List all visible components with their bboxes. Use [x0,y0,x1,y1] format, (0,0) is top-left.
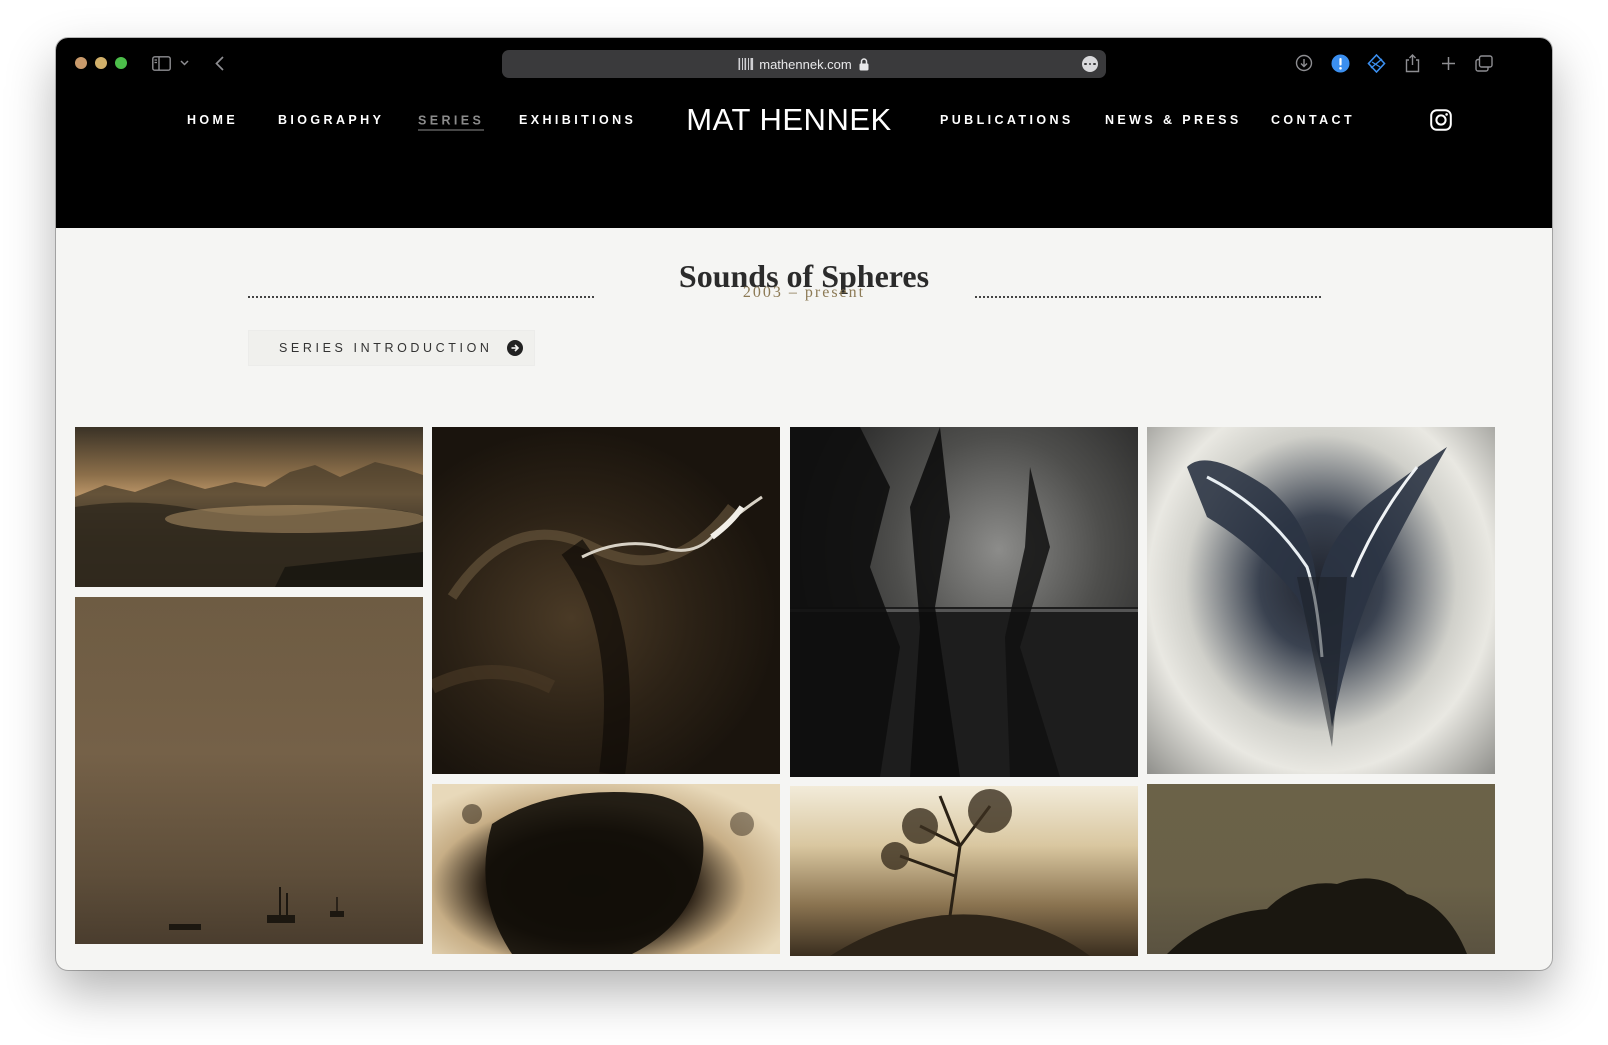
reader-icon[interactable] [738,57,754,71]
download-icon[interactable] [1294,52,1314,74]
photo-aerial-ice-blue[interactable] [1147,427,1495,774]
back-icon[interactable] [212,52,226,74]
close-window-button[interactable] [75,57,87,69]
series-introduction-button[interactable]: SERIES INTRODUCTION [248,330,535,366]
lock-icon [859,57,870,71]
photo-dark-stone-crust[interactable] [432,784,780,954]
photo-olive-tree-silhouette[interactable] [1147,784,1495,954]
nav-news-press[interactable]: NEWS & PRESS [1105,113,1242,127]
nav-publications[interactable]: PUBLICATIONS [940,113,1074,127]
zoom-window-button[interactable] [115,57,127,69]
alert-icon[interactable] [1330,52,1350,74]
new-tab-icon[interactable] [1439,52,1457,74]
minimize-window-button[interactable] [95,57,107,69]
url-text: mathennek.com [759,56,852,72]
series-introduction-label: SERIES INTRODUCTION [279,341,493,355]
photo-sepia-tree-rock[interactable] [790,786,1138,956]
nav-biography[interactable]: BIOGRAPHY [278,113,384,127]
share-icon[interactable] [1403,52,1421,74]
address-bar[interactable]: mathennek.com [502,50,1106,78]
chevron-down-icon[interactable] [178,52,190,74]
site-logo[interactable]: MAT HENNEK [686,102,891,138]
photo-dark-sea-trees[interactable] [790,427,1138,777]
nav-home[interactable]: HOME [187,113,238,127]
photo-aerial-brown-terrain[interactable] [432,427,780,774]
photo-foggy-water-boats[interactable] [75,597,423,944]
browser-window: mathennek.com HOME BIOGRAPHY SERIES EXHI… [56,38,1552,970]
sidebar-icon[interactable] [150,52,172,74]
nav-series[interactable]: SERIES [418,114,485,131]
photo-misty-lake-landscape[interactable] [75,427,423,587]
instagram-icon[interactable] [1430,109,1452,131]
arrow-right-icon [506,340,523,356]
series-years: 2003 – present [742,284,866,301]
browser-toolbar: mathennek.com [56,38,1552,90]
more-options-icon[interactable] [1082,56,1098,72]
divider-right [975,296,1321,298]
nav-contact[interactable]: CONTACT [1271,113,1355,127]
tabs-overview-icon[interactable] [1474,52,1494,74]
nav-exhibitions[interactable]: EXHIBITIONS [519,113,636,127]
vpn-icon[interactable] [1366,52,1386,74]
